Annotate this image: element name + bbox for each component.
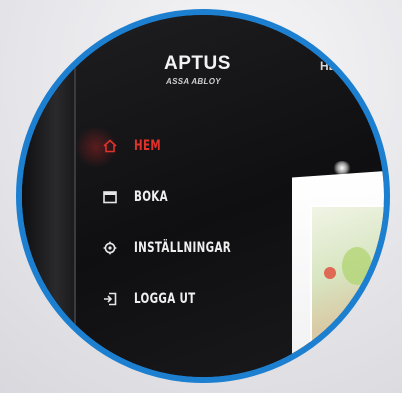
touchscreen: APTUS ASSA ABLOY HE HEM BOKA INSTÄLLNING… xyxy=(22,15,384,377)
gear-icon xyxy=(102,240,118,256)
sidebar-menu: HEM BOKA INSTÄLLNINGAR LOGGA UT xyxy=(102,133,292,337)
circular-photo-frame: APTUS ASSA ABLOY HE HEM BOKA INSTÄLLNING… xyxy=(16,9,390,383)
content-image xyxy=(310,205,384,359)
menu-item-installningar[interactable]: INSTÄLLNINGAR xyxy=(102,235,292,261)
menu-label: HEM xyxy=(134,138,161,154)
home-icon xyxy=(102,138,118,154)
logout-icon xyxy=(102,291,118,307)
brand-name: APTUS xyxy=(164,53,231,74)
menu-item-boka[interactable]: BOKA xyxy=(102,184,292,210)
brand-logo: APTUS ASSA ABLOY xyxy=(164,53,254,97)
image-detail xyxy=(342,247,372,285)
menu-label: BOKA xyxy=(134,189,168,205)
screen-bezel xyxy=(22,55,76,377)
menu-item-hem[interactable]: HEM xyxy=(102,133,292,159)
image-detail xyxy=(362,295,384,313)
menu-label: INSTÄLLNINGAR xyxy=(134,240,232,256)
image-detail xyxy=(324,267,336,279)
menu-label: LOGGA UT xyxy=(134,291,196,307)
brand-sub: ASSA ABLOY xyxy=(166,77,221,86)
page-header-partial: HE xyxy=(320,59,337,73)
calendar-icon xyxy=(102,189,118,205)
menu-item-logga-ut[interactable]: LOGGA UT xyxy=(102,286,292,312)
